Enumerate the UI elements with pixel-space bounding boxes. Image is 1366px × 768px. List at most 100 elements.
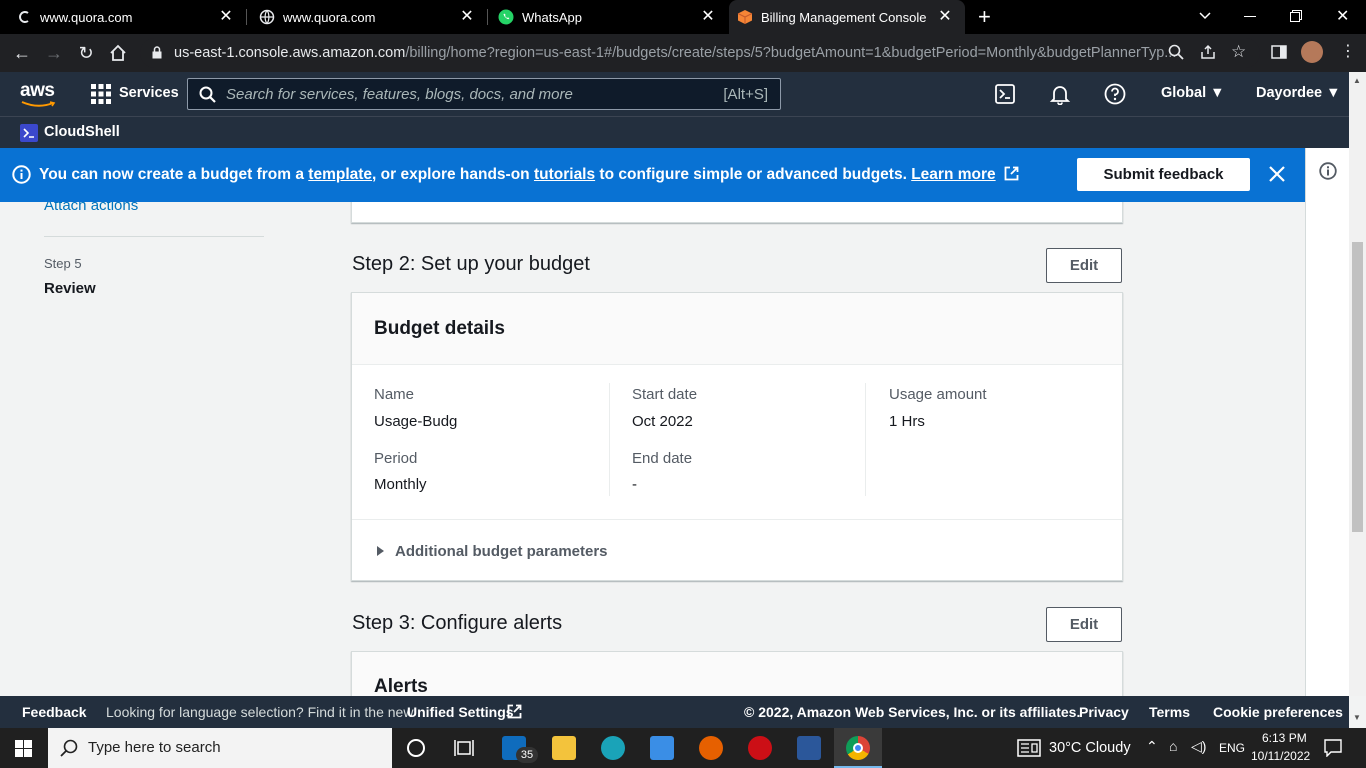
scrollbar-thumb[interactable]	[1352, 242, 1363, 532]
weather-icon[interactable]	[1017, 739, 1041, 762]
account-menu[interactable]: Dayordee ▼	[1256, 85, 1340, 101]
lock-icon[interactable]	[152, 46, 162, 64]
additional-params-expander[interactable]: Additional budget parameters	[374, 541, 608, 561]
help-icon[interactable]	[1104, 83, 1126, 105]
share-icon[interactable]	[1200, 44, 1216, 60]
edge-icon[interactable]	[601, 736, 625, 760]
step2-edit-button[interactable]: Edit	[1046, 248, 1122, 283]
apps-grid-icon[interactable]	[91, 84, 111, 104]
privacy-link[interactable]: Privacy	[1079, 704, 1129, 720]
close-tab-icon[interactable]: ✕	[459, 9, 475, 25]
forward-arrow-icon[interactable]: →	[43, 42, 65, 64]
cloudshell-link[interactable]: CloudShell	[44, 124, 120, 140]
cookie-preferences-link[interactable]: Cookie preferences	[1213, 704, 1343, 720]
column-divider	[865, 383, 866, 496]
side-panel-icon[interactable]	[1271, 44, 1287, 60]
browser-tab-quora-2[interactable]: www.quora.com ✕	[247, 0, 487, 34]
alerts-title: Alerts	[374, 676, 428, 697]
chrome-taskbar-active[interactable]	[834, 728, 882, 768]
tab-search-chevron-icon[interactable]	[1198, 8, 1212, 22]
search-input[interactable]: Search for services, features, blogs, do…	[187, 78, 781, 110]
opera-icon[interactable]	[748, 736, 772, 760]
clock-date[interactable]: 10/11/2022	[1251, 749, 1310, 763]
period-value: Monthly	[374, 476, 427, 493]
address-bar[interactable]: us-east-1.console.aws.amazon.com/billing…	[140, 38, 1260, 68]
close-tab-icon[interactable]: ✕	[218, 9, 234, 25]
cloudshell-icon[interactable]	[995, 84, 1015, 104]
tab-title: www.quora.com	[283, 9, 376, 25]
footer-feedback-link[interactable]: Feedback	[22, 704, 87, 720]
mail-badge: 35	[516, 747, 538, 763]
clock-time[interactable]: 6:13 PM	[1262, 731, 1307, 745]
step5-label: Step 5	[44, 256, 82, 271]
template-link[interactable]: template	[308, 166, 372, 183]
restore-icon[interactable]	[1290, 9, 1302, 22]
cortana-icon[interactable]	[407, 739, 425, 757]
submit-feedback-button[interactable]: Submit feedback	[1077, 158, 1250, 191]
step5-title: Review	[44, 280, 96, 297]
window-close-icon[interactable]: ✕	[1336, 6, 1350, 25]
task-view-icon[interactable]	[454, 739, 474, 757]
name-value: Usage-Budg	[374, 413, 458, 430]
minimize-icon[interactable]	[1244, 16, 1256, 17]
page-scrollbar[interactable]: ▲ ▼	[1349, 72, 1366, 722]
url-text: us-east-1.console.aws.amazon.com/billing…	[174, 45, 1177, 61]
chrome-icon-center	[853, 743, 863, 753]
bookmark-star-icon[interactable]: ☆	[1231, 42, 1249, 61]
file-explorer-icon[interactable]	[552, 736, 576, 760]
tab-title: Billing Management Console	[761, 9, 927, 25]
cloudshell-favorite-icon	[20, 124, 38, 142]
scroll-up-icon[interactable]: ▲	[1353, 76, 1361, 85]
card-header: Budget details	[352, 293, 1122, 365]
step3-edit-button[interactable]: Edit	[1046, 607, 1122, 642]
start-date-label: Start date	[632, 386, 698, 403]
volume-icon[interactable]: ◁)	[1191, 738, 1206, 755]
external-link-icon	[507, 704, 522, 722]
scroll-down-icon[interactable]: ▼	[1353, 713, 1361, 722]
tab-title: WhatsApp	[522, 9, 582, 25]
usage-amount-label: Usage amount	[889, 386, 987, 403]
dismiss-close-icon[interactable]	[1268, 165, 1286, 183]
whatsapp-icon	[498, 9, 514, 25]
footer-language-text: Looking for language selection? Find it …	[106, 704, 414, 720]
close-tab-icon[interactable]: ✕	[937, 9, 953, 25]
browser-tab-billing[interactable]: Billing Management Console ✕	[729, 0, 965, 34]
budget-details-card: Budget details Name Usage-Budg Period Mo…	[351, 292, 1123, 581]
firefox-icon[interactable]	[699, 736, 723, 760]
new-tab-icon[interactable]: +	[978, 6, 998, 28]
network-icon[interactable]: ⌂	[1169, 738, 1177, 754]
tab-title: www.quora.com	[40, 9, 133, 25]
terms-link[interactable]: Terms	[1149, 704, 1190, 720]
info-flash-banner: You can now create a budget from a templ…	[0, 148, 1305, 202]
store-icon[interactable]	[650, 736, 674, 760]
profile-avatar[interactable]	[1301, 41, 1323, 63]
back-arrow-icon[interactable]: ←	[11, 42, 33, 64]
close-tab-icon[interactable]: ✕	[700, 9, 716, 25]
home-icon[interactable]	[107, 42, 129, 64]
taskbar-search-box[interactable]: Type here to search	[48, 728, 392, 768]
info-panel-icon[interactable]	[1319, 162, 1337, 180]
additional-params-label: Additional budget parameters	[395, 542, 608, 560]
copyright-text: © 2022, Amazon Web Services, Inc. or its…	[744, 704, 1081, 720]
word-icon[interactable]	[797, 736, 821, 760]
notifications-bell-icon[interactable]	[1049, 83, 1071, 106]
unified-settings-link[interactable]: Unified Settings	[407, 704, 514, 720]
zoom-icon[interactable]	[1168, 44, 1184, 60]
reload-icon[interactable]: ↻	[75, 42, 97, 64]
period-label: Period	[374, 450, 418, 467]
aws-logo[interactable]: aws	[20, 80, 56, 108]
services-menu[interactable]: Services	[119, 85, 179, 101]
chrome-menu-icon[interactable]: ⋮	[1340, 42, 1356, 62]
learn-more-link[interactable]: Learn more	[911, 166, 995, 183]
tutorials-link[interactable]: tutorials	[534, 166, 595, 183]
browser-tab-quora-1[interactable]: www.quora.com ✕	[0, 0, 246, 34]
language-indicator[interactable]: ENG	[1219, 741, 1245, 755]
region-selector[interactable]: Global ▼	[1161, 85, 1225, 101]
start-date-value: Oct 2022	[632, 413, 693, 430]
tray-chevron-icon[interactable]: ⌃	[1146, 738, 1158, 755]
weather-text[interactable]: 30°C Cloudy	[1049, 740, 1131, 756]
windows-start-icon[interactable]	[15, 740, 32, 757]
browser-tab-whatsapp[interactable]: WhatsApp ✕	[488, 0, 728, 34]
aws-favorites-bar: CloudShell	[0, 116, 1366, 148]
notifications-icon[interactable]	[1324, 739, 1342, 762]
